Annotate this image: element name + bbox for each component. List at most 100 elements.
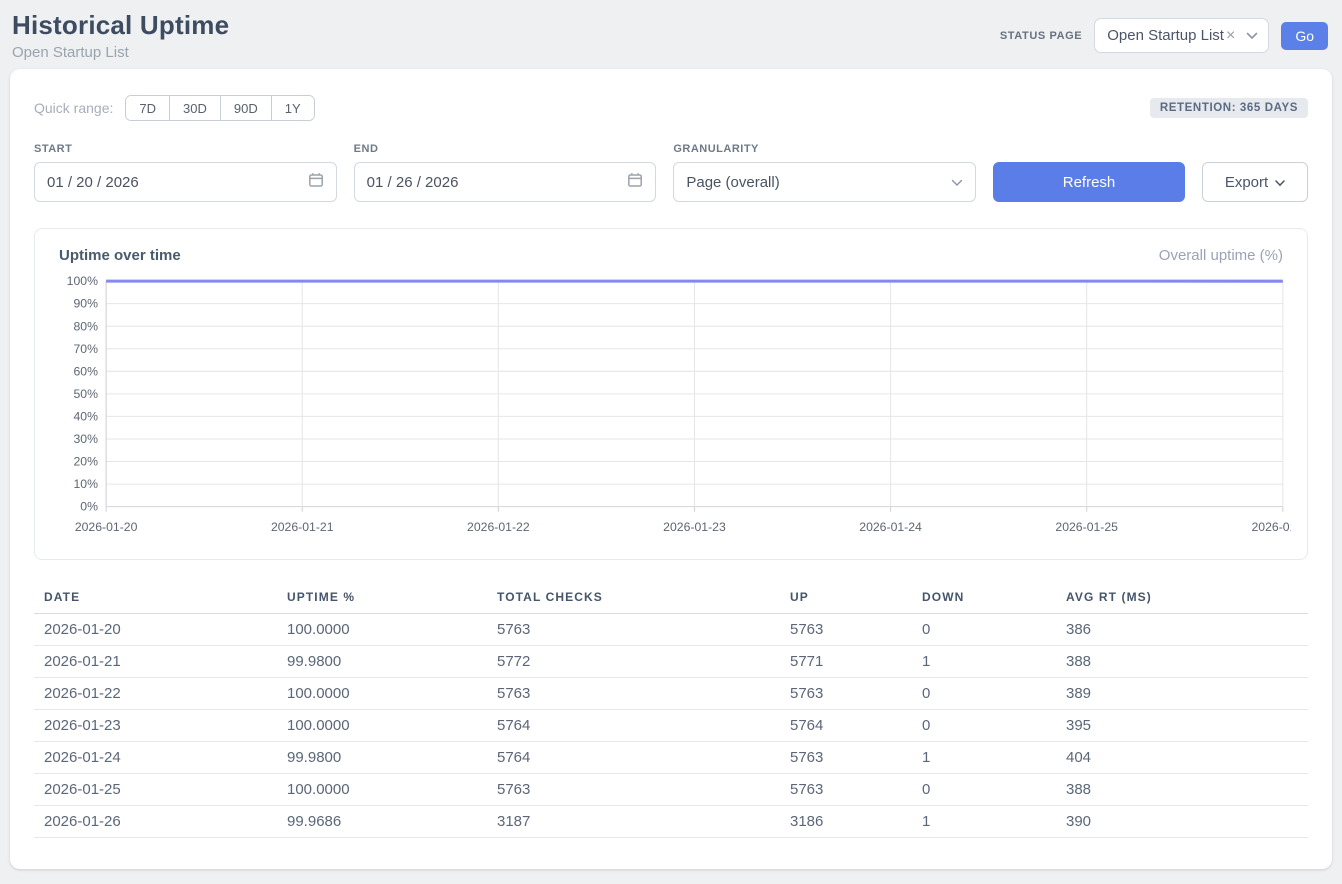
table-row: 2026-01-23100.0000576457640395 xyxy=(34,710,1308,742)
column-header: TOTAL CHECKS xyxy=(487,584,780,614)
table-cell: 390 xyxy=(1056,806,1308,838)
x-axis-tick-label: 2026-01-25 xyxy=(1055,520,1118,534)
table-row: 2026-01-2699.9686318731861390 xyxy=(34,806,1308,838)
quick-range-row: Quick range: 7D30D90D1Y RETENTION: 365 D… xyxy=(34,95,1308,121)
table-cell: 5763 xyxy=(487,678,780,710)
table-cell: 99.9686 xyxy=(277,806,487,838)
table-cell: 386 xyxy=(1056,614,1308,646)
y-axis-tick-label: 60% xyxy=(73,364,98,378)
y-axis-tick-label: 10% xyxy=(73,477,98,491)
uptime-line-chart: 0%10%20%30%40%50%60%70%80%90%100%2026-01… xyxy=(51,276,1291,545)
table-cell: 0 xyxy=(912,710,1056,742)
quick-range-label: Quick range: xyxy=(34,100,113,116)
table-cell: 5763 xyxy=(780,774,912,806)
y-axis-tick-label: 20% xyxy=(73,455,98,469)
calendar-icon[interactable] xyxy=(308,172,324,192)
chart-legend: Overall uptime (%) xyxy=(1159,247,1283,264)
granularity-value: Page (overall) xyxy=(686,174,779,191)
y-axis-tick-label: 70% xyxy=(73,342,98,356)
table-cell: 3187 xyxy=(487,806,780,838)
chart-card: Uptime over time Overall uptime (%) 0% 10… xyxy=(34,228,1308,560)
table-row: 2026-01-22100.0000576357630389 xyxy=(34,678,1308,710)
end-date-field: END 01 / 26 / 2026 xyxy=(354,143,657,202)
quick-range-group: 7D30D90D1Y xyxy=(125,95,314,121)
table-cell: 1 xyxy=(912,806,1056,838)
x-axis-tick-label: 2026-01-20 xyxy=(75,520,138,534)
x-axis-tick-label: 2026-01-24 xyxy=(859,520,922,534)
chart-header: Uptime over time Overall uptime (%) xyxy=(51,247,1291,264)
quick-range-90d[interactable]: 90D xyxy=(220,96,271,120)
table-cell: 404 xyxy=(1056,742,1308,774)
go-button[interactable]: Go xyxy=(1281,22,1328,50)
clear-selection-icon[interactable]: × xyxy=(1226,28,1235,44)
table-cell: 99.9800 xyxy=(277,646,487,678)
start-label: START xyxy=(34,143,337,155)
table-cell: 100.0000 xyxy=(277,614,487,646)
column-header: AVG RT (MS) xyxy=(1056,584,1308,614)
status-page-selected-value: Open Startup List xyxy=(1107,27,1224,44)
page-subtitle: Open Startup List xyxy=(12,44,229,61)
table-cell: 5771 xyxy=(780,646,912,678)
uptime-table: DATEUPTIME %TOTAL CHECKSUPDOWNAVG RT (MS… xyxy=(34,584,1308,838)
column-header: UPTIME % xyxy=(277,584,487,614)
table-cell: 5764 xyxy=(487,742,780,774)
title-block: Historical Uptime Open Startup List xyxy=(12,10,229,61)
column-header: DATE xyxy=(34,584,277,614)
table-row: 2026-01-25100.0000576357630388 xyxy=(34,774,1308,806)
quick-range-7d[interactable]: 7D xyxy=(126,96,169,120)
table-row: 2026-01-2499.9800576457631404 xyxy=(34,742,1308,774)
table-cell: 2026-01-20 xyxy=(34,614,277,646)
table-cell: 5763 xyxy=(780,614,912,646)
x-axis-tick-label: 2026-01-23 xyxy=(663,520,726,534)
quick-range-30d[interactable]: 30D xyxy=(169,96,220,120)
table-cell: 1 xyxy=(912,742,1056,774)
header-controls: STATUS PAGE Open Startup List × Go xyxy=(1000,18,1328,53)
table-cell: 2026-01-26 xyxy=(34,806,277,838)
filter-fields-row: START 01 / 20 / 2026 END 01 / 26 / 2026 … xyxy=(34,143,1308,202)
table-row: 2026-01-20100.0000576357630386 xyxy=(34,614,1308,646)
table-cell: 3186 xyxy=(780,806,912,838)
y-axis-tick-label: 90% xyxy=(73,297,98,311)
table-cell: 2026-01-25 xyxy=(34,774,277,806)
table-cell: 99.9800 xyxy=(277,742,487,774)
table-cell: 100.0000 xyxy=(277,710,487,742)
table-cell: 100.0000 xyxy=(277,678,487,710)
uptime-chart: 0%10%20%30%40%50%60%70%80%90%100%2026-01… xyxy=(51,276,1291,545)
chevron-down-icon xyxy=(1275,174,1285,191)
x-axis-tick-label: 2026-01-22 xyxy=(467,520,530,534)
granularity-select[interactable]: Page (overall) xyxy=(673,162,976,202)
table-cell: 100.0000 xyxy=(277,774,487,806)
granularity-field: GRANULARITY Page (overall) xyxy=(673,143,976,202)
end-date-input[interactable]: 01 / 26 / 2026 xyxy=(354,162,657,202)
table-cell: 2026-01-22 xyxy=(34,678,277,710)
status-page-select[interactable]: Open Startup List × xyxy=(1094,18,1269,53)
end-label: END xyxy=(354,143,657,155)
chevron-down-icon xyxy=(951,174,963,191)
quick-range-1y[interactable]: 1Y xyxy=(271,96,314,120)
x-axis-tick-label: 2026-01-21 xyxy=(271,520,334,534)
export-button[interactable]: Export xyxy=(1202,162,1308,202)
table-cell: 2026-01-24 xyxy=(34,742,277,774)
table-cell: 0 xyxy=(912,678,1056,710)
x-axis-tick-label: 2026-01-26 xyxy=(1252,520,1291,534)
table-cell: 0 xyxy=(912,774,1056,806)
y-axis-tick-label: 40% xyxy=(73,410,98,424)
table-cell: 5763 xyxy=(487,774,780,806)
y-axis-tick-label: 0% xyxy=(80,500,98,514)
start-date-input[interactable]: 01 / 20 / 2026 xyxy=(34,162,337,202)
retention-badge: RETENTION: 365 DAYS xyxy=(1150,98,1308,118)
calendar-icon[interactable] xyxy=(627,172,643,192)
start-date-field: START 01 / 20 / 2026 xyxy=(34,143,337,202)
table-header-row: DATEUPTIME %TOTAL CHECKSUPDOWNAVG RT (MS… xyxy=(34,584,1308,614)
table-cell: 2026-01-23 xyxy=(34,710,277,742)
table-row: 2026-01-2199.9800577257711388 xyxy=(34,646,1308,678)
granularity-label: GRANULARITY xyxy=(673,143,976,155)
refresh-button[interactable]: Refresh xyxy=(993,162,1185,202)
end-date-value: 01 / 26 / 2026 xyxy=(367,174,459,191)
table-cell: 388 xyxy=(1056,774,1308,806)
column-header: DOWN xyxy=(912,584,1056,614)
status-page-label: STATUS PAGE xyxy=(1000,30,1082,42)
table-cell: 395 xyxy=(1056,710,1308,742)
table-cell: 5764 xyxy=(780,710,912,742)
table-cell: 388 xyxy=(1056,646,1308,678)
